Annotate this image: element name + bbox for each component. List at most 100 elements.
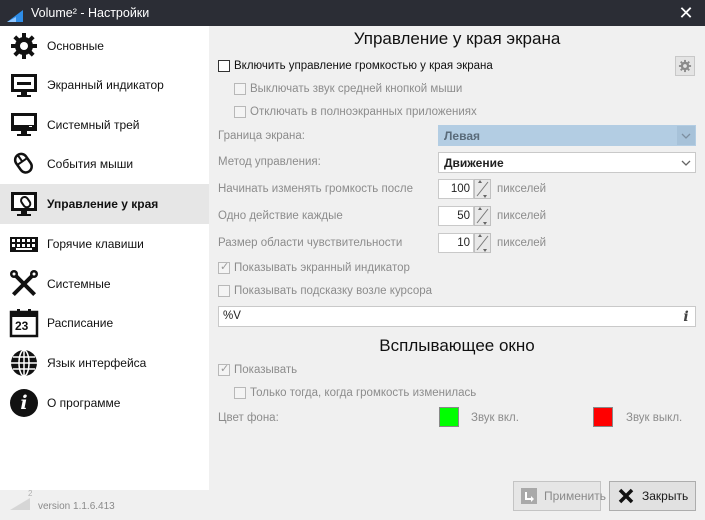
start-after-spin-button[interactable] [474,179,491,199]
sidebar-item-label: События мыши [47,157,134,171]
checkbox-box: ✓ [218,261,230,274]
small-gear-icon [678,59,692,73]
start-after-input[interactable]: 100 [438,179,474,199]
sidebar: Основные Экранный индикатор Системный тр… [0,26,209,490]
hint-format-input[interactable]: %V [218,306,696,327]
info-icon: i [8,387,40,419]
globe-icon [8,347,40,379]
spin-arrows-icon [476,234,489,252]
keyboard-icon [8,228,40,260]
sidebar-item-hotkeys[interactable]: Горячие клавиши [0,224,209,264]
screen-border-value: Левая [444,128,480,143]
screen-border-select[interactable]: Левая [438,125,696,146]
checkmark-icon: ✓ [220,363,230,375]
chevron-down-icon [677,153,695,172]
sidebar-item-tray[interactable]: Системный трей [0,105,209,145]
sound-on-label: Звук вкл. [471,412,519,424]
sidebar-item-label: Язык интерфейса [47,356,147,370]
popup-show-checkbox[interactable]: ✓ Показывать [218,363,298,376]
sidebar-item-schedule[interactable]: 23 Расписание [0,303,209,343]
close-button-label: Закрыть [642,489,689,503]
version-label: version 1.1.6.413 [38,501,115,512]
sidebar-item-mouse[interactable]: События мыши [0,144,209,184]
calendar-day: 23 [15,319,29,333]
sidebar-item-label: Горячие клавиши [47,237,144,251]
close-x-icon [616,486,636,506]
sidebar-item-general[interactable]: Основные [0,26,209,66]
close-window-button[interactable]: ✕ [667,0,705,26]
show-cursor-hint-label: Показывать подсказку возле курсора [234,285,433,297]
checkbox-box [234,387,246,399]
checkmark-icon: ✓ [220,261,230,273]
sensitivity-area-label: Размер области чувствительности [218,237,403,249]
start-after-label: Начинать изменять громкость после [218,183,413,195]
checkbox-box [234,83,246,95]
sidebar-item-about[interactable]: i О программе [0,383,209,423]
sensitivity-area-spin-button[interactable] [474,233,491,253]
control-method-value: Движение [444,155,504,170]
gear-icon [8,30,40,62]
sidebar-item-label: Основные [47,39,104,53]
checkbox-box [218,285,230,297]
sidebar-item-screen-edge[interactable]: Управление у края [0,184,209,224]
sidebar-item-label: О программе [47,396,121,410]
step-every-spin-button[interactable] [474,206,491,226]
show-cursor-hint-checkbox[interactable]: Показывать подсказку возле курсора [218,285,432,297]
checkbox-box: ✓ [218,363,230,376]
format-info-icon[interactable]: i [679,309,693,325]
sound-off-label: Звук выкл. [626,412,683,424]
enable-edge-control-checkbox[interactable]: Включить управление громкостью у края эк… [218,60,493,72]
popup-section-title: Всплывающее окно [379,336,535,355]
spin-arrows-icon [476,180,489,198]
screen-border-label: Граница экрана: [218,130,305,142]
calendar-icon: 23 [8,307,40,339]
tray-icon [8,109,40,141]
popup-only-changed-checkbox[interactable]: Только тогда, когда громкость изменилась [234,387,476,399]
checkbox-box [218,60,230,72]
sidebar-item-language[interactable]: Язык интерфейса [0,343,209,383]
title-bar: Volume² - Настройки ✕ [0,0,705,26]
popup-only-changed-label: Только тогда, когда громкость изменилась [250,387,477,399]
sidebar-item-label: Управление у края [47,197,159,211]
mouse-icon [8,148,40,180]
window-title: Volume² - Настройки [31,6,150,20]
popup-show-label: Показывать [234,364,298,376]
sidebar-item-label: Системные [47,277,111,291]
sidebar-item-osd[interactable]: Экранный индикатор [0,65,209,105]
apply-button-label: Применить [544,489,607,503]
tools-icon [8,268,40,300]
enable-edge-control-label: Включить управление громкостью у края эк… [234,60,493,72]
sensitivity-area-unit: пикселей [497,237,547,249]
volume-logo-small-icon: 2 [8,489,36,512]
close-button[interactable]: Закрыть [609,481,696,511]
step-every-label: Одно действие каждые [218,210,343,222]
show-osd-label: Показывать экранный индикатор [234,262,410,274]
sidebar-item-label: Экранный индикатор [47,78,164,92]
sidebar-item-label: Расписание [47,316,114,330]
spin-arrows-icon [476,207,489,225]
disable-fullscreen-checkbox[interactable]: Отключать в полноэкранных приложениях [234,106,477,118]
info-glyph: i [20,392,28,414]
sound-off-color-swatch[interactable] [593,407,613,427]
step-every-unit: пикселей [497,210,547,222]
mute-middle-click-checkbox[interactable]: Выключать звук средней кнопкой мыши [234,83,462,95]
logo-superscript: 2 [28,490,33,498]
sidebar-item-label: Системный трей [47,118,140,132]
control-method-label: Метод управления: [218,156,321,168]
screen-edge-icon [8,188,40,220]
start-after-unit: пикселей [497,183,547,195]
mute-middle-click-label: Выключать звук средней кнопкой мыши [250,83,463,95]
disable-fullscreen-label: Отключать в полноэкранных приложениях [250,106,477,118]
checkbox-box [234,106,246,118]
edge-settings-gear-button[interactable] [675,56,695,76]
chevron-down-icon [677,126,695,145]
edge-section-title: Управление у края экрана [353,29,561,48]
sensitivity-area-input[interactable]: 10 [438,233,474,253]
step-every-input[interactable]: 50 [438,206,474,226]
apply-button[interactable]: Применить [513,481,606,511]
control-method-select[interactable]: Движение [438,152,696,173]
settings-panel: Управление у края экрана Включить управл… [209,26,705,490]
sound-on-color-swatch[interactable] [439,407,459,427]
sidebar-item-system[interactable]: Системные [0,264,209,304]
show-osd-checkbox[interactable]: ✓ Показывать экранный индикатор [218,261,410,274]
